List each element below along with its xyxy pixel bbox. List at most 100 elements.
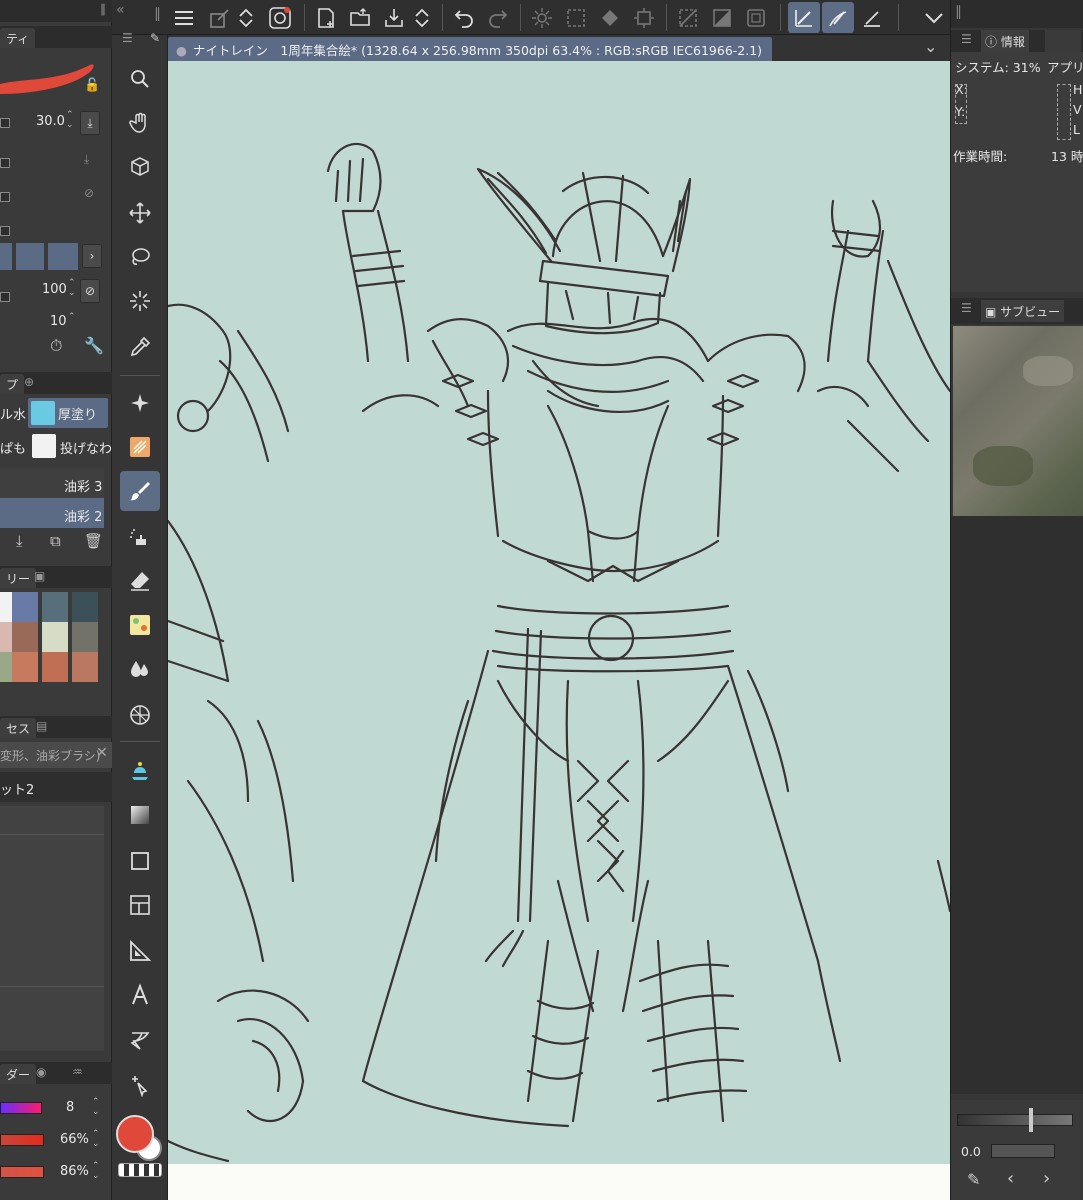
color-swatch[interactable] [42,652,68,682]
eyedropper-icon[interactable] [120,327,160,367]
saturation-stepper-icon[interactable]: ⌃ ⌄ [92,1129,100,1149]
density-value[interactable]: 10 [50,314,67,329]
redo-icon[interactable] [482,2,514,33]
brush-size-stepper-icon[interactable]: ⌃ ⌄ [66,110,74,130]
color-swatch[interactable] [0,652,12,682]
brush-item-oil-3[interactable]: 油彩 3 [0,468,104,498]
tab-secondary[interactable] [1045,30,1081,52]
previous-icon[interactable]: ‹ [1007,1168,1014,1189]
tab-sub-tool[interactable]: プ [0,374,25,394]
updown-icon[interactable] [234,2,258,33]
opacity-stepper-icon[interactable]: ⌃ ⌄ [68,278,76,298]
menu-icon[interactable] [168,2,200,33]
tip-shape-button-2[interactable] [16,243,44,270]
brush-tool-icon[interactable] [120,471,160,511]
transparent-color-swatch[interactable] [118,1163,162,1177]
brush-size-download-icon[interactable]: ⤓ [80,111,100,135]
lasso-icon[interactable] [120,237,160,277]
zoom-slider-handle[interactable] [1029,1108,1033,1132]
main-color-swatch[interactable] [116,1115,154,1153]
panel-grip-icon[interactable]: ∥ [100,2,106,16]
chevron-right-icon[interactable]: › [82,244,102,268]
tab-tool-property[interactable]: ティ [0,28,36,48]
ruler-icon[interactable] [120,931,160,971]
panel-menu-icon[interactable]: ☰ [961,301,972,315]
sparkle-icon[interactable] [526,2,558,33]
frame-border-icon[interactable] [120,885,160,925]
record-icon[interactable]: ◉ [36,1065,46,1079]
hue-slider[interactable] [0,1102,42,1114]
next-icon[interactable]: › [1043,1168,1050,1189]
companion-icon[interactable] [264,2,296,33]
color-swatch[interactable] [42,622,68,652]
hue-stepper-icon[interactable]: ⌃ ⌄ [92,1097,100,1117]
color-swatch[interactable] [72,622,98,652]
tab-subview[interactable]: ▣ サブビュー [981,300,1065,322]
mesh-icon[interactable] [120,695,160,735]
eraser-icon[interactable] [120,561,160,601]
color-swatch[interactable] [42,592,68,622]
sub-tool-item-4[interactable]: 投げなわ [60,438,112,457]
quick-access-icon[interactable] [204,2,236,33]
settings-dial-icon[interactable]: ⏱ [50,336,62,356]
option-checkbox-2[interactable] [0,192,10,202]
sub-tool-item-impasto[interactable]: 厚塗り [28,398,108,428]
color-swatch[interactable] [12,622,38,652]
correct-line-icon[interactable] [120,1065,160,1105]
value-stepper-icon[interactable]: ⌃ ⌄ [92,1161,100,1181]
tab-history[interactable]: セス [0,718,37,738]
selection-icon[interactable] [560,2,592,33]
value-slider[interactable] [0,1166,44,1178]
collapse-panel-icon[interactable]: « [116,2,125,18]
saturation-slider[interactable] [0,1134,44,1146]
save-icon[interactable] [378,2,410,33]
shape-icon[interactable] [120,841,160,881]
clear-icon[interactable]: ✕ [96,745,108,761]
panel-menu-icon[interactable]: ☰ [961,32,972,46]
crop-icon[interactable] [628,2,660,33]
wave-icon[interactable]: ♒ [72,1065,83,1079]
brush-size-checkbox[interactable] [0,118,10,128]
history-filter[interactable]: 変形、油彩ブラシ) ✕ [0,742,112,768]
panel-grip-icon[interactable]: ∥ [955,4,962,20]
sub-tool-extra-icon[interactable]: ⊕ [24,375,34,389]
magic-wand-icon[interactable] [120,281,160,321]
balloon-icon[interactable] [120,1021,160,1061]
subview-reference-image[interactable] [953,326,1083,516]
opacity-slash-icon[interactable]: ⊘ [80,279,100,303]
updown-icon-2[interactable] [410,2,434,33]
sub-tool-item-3[interactable]: ぱも [0,438,26,457]
tip-shape-button-3[interactable] [48,243,78,270]
zoom-slider[interactable] [957,1114,1073,1126]
open-folder-icon[interactable] [344,2,376,33]
history-list-icon[interactable]: ▤ [36,719,47,733]
panel-grip-icon[interactable]: ∥ [154,6,161,22]
density-stepper-icon[interactable]: ⌃ [68,312,76,322]
eyedropper-icon[interactable]: ✎ [967,1170,980,1189]
airbrush-icon[interactable] [120,517,160,557]
tab-color-set[interactable]: リー [0,568,37,588]
opacity-checkbox[interactable] [0,292,10,302]
history-current-item[interactable]: ット2 [0,772,112,802]
import-icon[interactable]: ⤓ [16,532,23,550]
fill-icon[interactable] [594,2,626,33]
snap-to-ruler-icon[interactable] [788,2,820,33]
new-file-icon[interactable] [310,2,342,33]
chevron-down-icon[interactable] [918,2,950,33]
trash-icon[interactable]: 🗑 [84,532,103,550]
undo-icon[interactable] [448,2,480,33]
sub-tool-item-1[interactable]: ル水 [0,404,26,423]
opacity-value[interactable]: 100 [42,282,67,297]
lock-icon[interactable]: 🔓 [84,78,100,93]
color-swatch[interactable] [12,652,38,682]
ruler-off-icon[interactable] [672,2,704,33]
gradient-icon[interactable] [120,795,160,835]
blend-icon[interactable] [120,649,160,689]
panel-menu-icon[interactable]: ☰ [122,31,133,45]
duplicate-icon[interactable]: ⧉ [50,532,61,550]
snap-to-grid-icon[interactable] [856,2,888,33]
color-swatch[interactable] [0,592,12,622]
option-slash-icon[interactable]: ⊘ [84,186,94,200]
move-icon[interactable] [120,193,160,233]
mask-icon[interactable] [706,2,738,33]
